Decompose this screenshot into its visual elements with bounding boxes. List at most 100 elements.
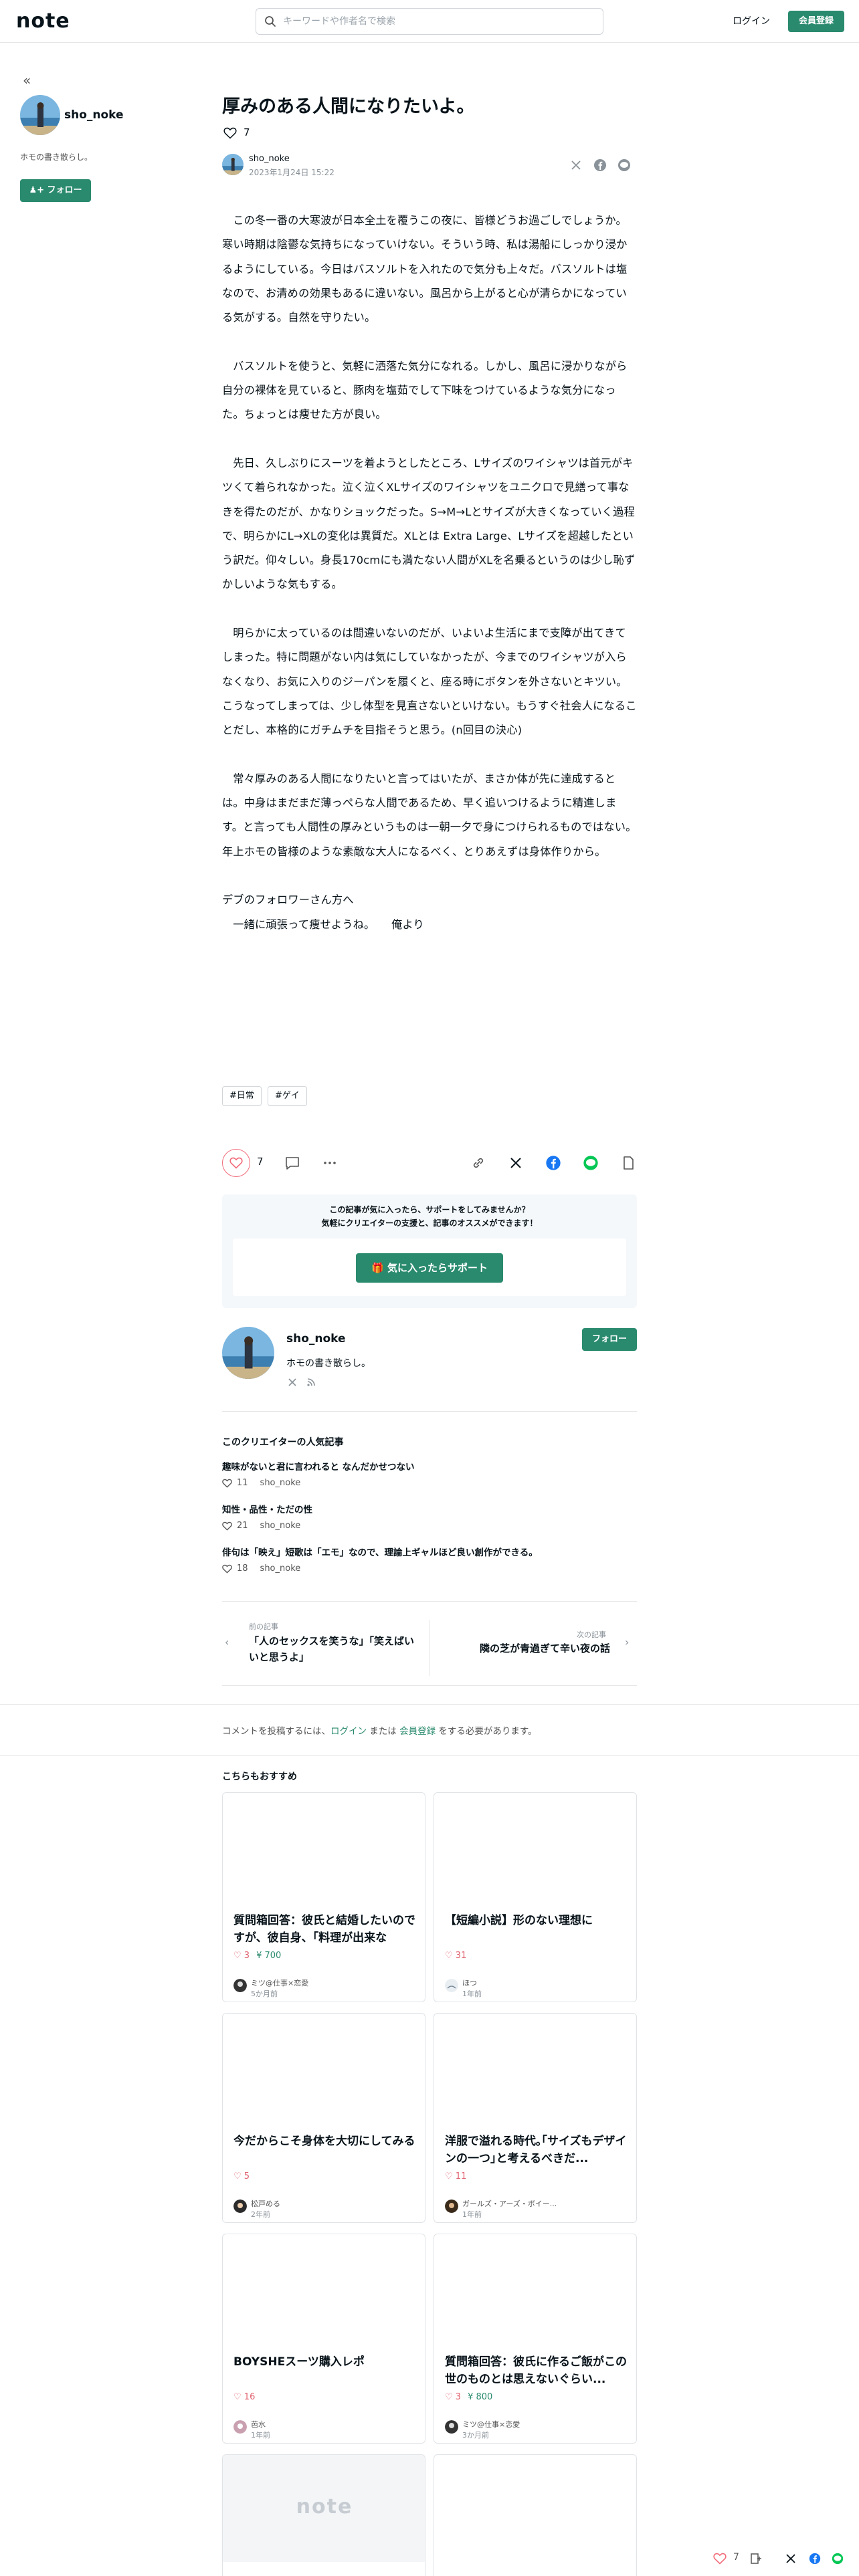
sidebar-bio: ホモの書き散らし。 — [20, 152, 93, 162]
recommend-card[interactable]: 今だからこそ身体を大切にしてみる ♡ 5 松戸める 2年前 — [222, 2013, 425, 2223]
card-title: 洋服で溢れる時代｡｢サイズもデザインの一つ｣と考えるべきだ... — [445, 2135, 627, 2165]
card-like-count: 11 — [455, 2171, 467, 2181]
card-author[interactable]: 芭水 — [251, 2419, 266, 2430]
card-thumbnail-placeholder: note — [223, 2455, 425, 2562]
search-input[interactable] — [283, 9, 591, 34]
avatar[interactable] — [20, 95, 60, 135]
line-share-icon[interactable] — [617, 158, 632, 173]
x-share-icon[interactable] — [784, 2552, 797, 2565]
comment-text: コメントを投稿するには、 — [222, 1726, 330, 1737]
prev-article-link[interactable]: 「人のセックスを笑うな」「笑えばいいと思うよ」 — [249, 1633, 416, 1665]
follow-label: フォロー — [47, 185, 82, 195]
facebook-share-icon[interactable] — [593, 158, 607, 173]
body-paragraph: 明らかに太っているのは間違いないのだが、いよいよ生活にまで支障が出てきてしまった… — [222, 627, 637, 737]
facebook-share-icon[interactable] — [808, 2552, 822, 2565]
next-article-label: 次の記事 — [577, 1630, 606, 1639]
card-title: BOYSHEスーツ購入レポ — [233, 2355, 365, 2369]
x-share-icon[interactable] — [507, 1154, 524, 1172]
like-count: 7 — [244, 126, 250, 138]
divider — [222, 1411, 637, 1412]
line-share-icon[interactable] — [831, 2552, 844, 2565]
comment-text: または — [367, 1726, 400, 1737]
support-button[interactable]: 🎁 気に入ったらサポート — [356, 1253, 503, 1283]
card-author[interactable]: 松戸める — [251, 2198, 280, 2209]
card-author-avatar — [445, 2199, 458, 2213]
recommend-card[interactable]: BOYSHEスーツ購入レポ ♡ 16 芭水 1年前 — [222, 2234, 425, 2444]
card-like-count: 31 — [455, 1951, 467, 1961]
divider — [222, 1601, 637, 1602]
card-author-avatar — [445, 1979, 458, 1992]
card-likes: ♡ 3 ¥ 800 — [445, 2392, 493, 2402]
like-icon[interactable] — [223, 127, 237, 139]
prev-article-label: 前の記事 — [249, 1622, 278, 1631]
signup-button[interactable]: 会員登録 — [788, 11, 844, 32]
card-title: 質問箱回答：彼氏と結婚したいのですが、彼自身、｢料理が出来ない｣... — [233, 1914, 415, 1945]
card-author[interactable]: ガールズ・アーズ・ボイー... — [462, 2198, 557, 2209]
hashtag[interactable]: #日常 — [222, 1086, 262, 1106]
card-date: 2年前 — [251, 2210, 270, 2219]
popular-author[interactable]: sho_noke — [260, 1564, 301, 1574]
body-closing-line: 一緒に頑張って痩せようね。 俺より — [233, 918, 424, 931]
more-menu-icon[interactable] — [321, 1154, 339, 1172]
popular-article-title[interactable]: 俳句は「映え」短歌は「エモ」なので、理論上ギャルほど良い創作ができる。 — [222, 1545, 538, 1558]
line-share-icon[interactable] — [582, 1154, 599, 1172]
body-closing-line: デブのフォロワーさん方へ — [222, 893, 354, 907]
collapse-sidebar-icon[interactable]: « — [23, 72, 31, 88]
recommend-card[interactable]: 質問箱回答：彼氏と結婚したいのですが、彼自身、｢料理が出来ない｣... ♡ 3¥… — [222, 1792, 425, 2002]
comment-login-link[interactable]: ログイン — [330, 1726, 367, 1737]
x-profile-icon[interactable] — [288, 1378, 297, 1387]
sidebar-follow-button[interactable]: ♟+ フォロー — [20, 179, 91, 202]
sidebar-username[interactable]: sho_noke — [64, 108, 124, 122]
comment-signup-link[interactable]: 会員登録 — [399, 1726, 436, 1737]
card-like-count: 5 — [244, 2171, 250, 2181]
creator-bio: ホモの書き散らし。 — [286, 1358, 371, 1369]
embed-icon[interactable] — [619, 1154, 637, 1172]
search-box[interactable] — [256, 8, 603, 35]
recommend-card[interactable]: 質問箱回答：彼氏に作るご飯がこの世のものとは思えないぐらい... ♡ 3 ¥ 80… — [434, 2234, 637, 2444]
card-date: 1年前 — [462, 2210, 482, 2219]
recommend-card-placeholder[interactable]: note — [222, 2454, 425, 2576]
recommend-card[interactable]: 【短編小説】形のない理想に ♡ 31 ほつ 1年前 — [434, 1792, 637, 2002]
creator-avatar[interactable] — [222, 1327, 274, 1379]
card-author[interactable]: ミツ@仕事×恋愛 — [251, 1977, 308, 1988]
card-like-count: 3 — [244, 1951, 250, 1961]
publish-date: 2023年1月24日 15:22 — [249, 168, 335, 177]
body-paragraph: 常々厚みのある人間になりたいと言ってはいたが、まさか体が先に達成するとは。中身は… — [222, 772, 637, 858]
support-message: 気軽にクリエイターの支援と、記事のオススメができます！ — [321, 1218, 538, 1228]
add-user-icon: ♟+ — [29, 185, 47, 195]
recommend-card[interactable]: 洋服で溢れる時代｡｢サイズもデザインの一つ｣と考えるべきだ... ♡ 11 ガー… — [434, 2013, 637, 2223]
x-share-icon[interactable] — [569, 158, 583, 173]
recommend-card-placeholder[interactable] — [434, 2454, 637, 2576]
comment-icon[interactable] — [284, 1154, 301, 1172]
creator-follow-button[interactable]: フォロー — [582, 1328, 637, 1351]
card-date: 5か月前 — [251, 1990, 278, 1998]
card-date: 1年前 — [251, 2431, 270, 2440]
popular-article-title[interactable]: 知性・品性・ただの性 — [222, 1502, 312, 1515]
facebook-share-icon[interactable] — [545, 1154, 562, 1172]
popular-author[interactable]: sho_noke — [260, 1521, 301, 1531]
chevron-left-icon[interactable]: ‹ — [225, 1636, 229, 1648]
card-date: 3か月前 — [462, 2431, 489, 2440]
copy-link-icon[interactable] — [470, 1154, 487, 1172]
divider — [429, 1620, 430, 1676]
card-author[interactable]: ほつ — [462, 1977, 477, 1988]
magazine-add-icon[interactable] — [749, 2552, 763, 2565]
login-link[interactable]: ログイン — [725, 11, 777, 32]
hashtag[interactable]: #ゲイ — [268, 1086, 307, 1106]
author-name[interactable]: sho_noke — [249, 154, 290, 164]
popular-author[interactable]: sho_noke — [260, 1478, 301, 1488]
popular-article-title[interactable]: 趣味がないと君に言われると なんだかせつない — [222, 1459, 415, 1473]
chevron-right-icon[interactable]: › — [625, 1636, 629, 1648]
next-article-link[interactable]: 隣の芝が青過ぎて辛い夜の話 — [468, 1641, 610, 1655]
like-icon — [222, 1564, 232, 1574]
card-author[interactable]: ミツ@仕事×恋愛 — [462, 2419, 520, 2430]
note-logo[interactable]: note — [16, 9, 70, 33]
creator-name[interactable]: sho_noke — [286, 1332, 346, 1346]
like-count: 7 — [257, 1156, 264, 1168]
search-icon — [264, 15, 276, 27]
like-button[interactable] — [222, 1149, 250, 1177]
rss-icon[interactable] — [306, 1378, 316, 1387]
author-avatar[interactable] — [222, 154, 244, 175]
like-icon[interactable] — [713, 2553, 727, 2565]
card-author-avatar — [233, 1979, 247, 1992]
